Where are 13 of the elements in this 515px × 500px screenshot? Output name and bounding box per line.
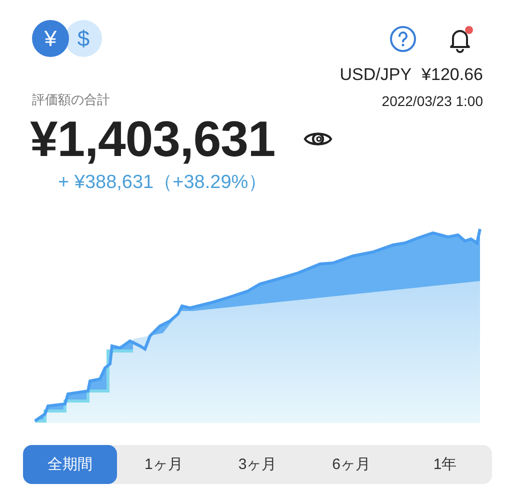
rate-time: 2022/03/23 1:00	[382, 93, 483, 109]
total-change: + ¥388,631（+38.29%）	[57, 171, 268, 195]
period-tab[interactable]: 6ヶ月	[304, 445, 398, 484]
period-tab[interactable]: 1ヶ月	[116, 445, 211, 484]
currency-pair: USD/JPY	[340, 65, 412, 85]
period-tab[interactable]: 1年	[398, 445, 492, 484]
exchange-rate: ¥120.66	[422, 65, 483, 85]
period-tab[interactable]: 3ヶ月	[210, 445, 304, 484]
total-label: 評価額の合計	[32, 91, 110, 109]
help-icon[interactable]	[389, 24, 417, 52]
total-amount: ¥1,403,631	[30, 110, 276, 169]
period-tab[interactable]: 全期間	[23, 445, 117, 484]
currency-toggle[interactable]: ¥	[32, 20, 69, 57]
